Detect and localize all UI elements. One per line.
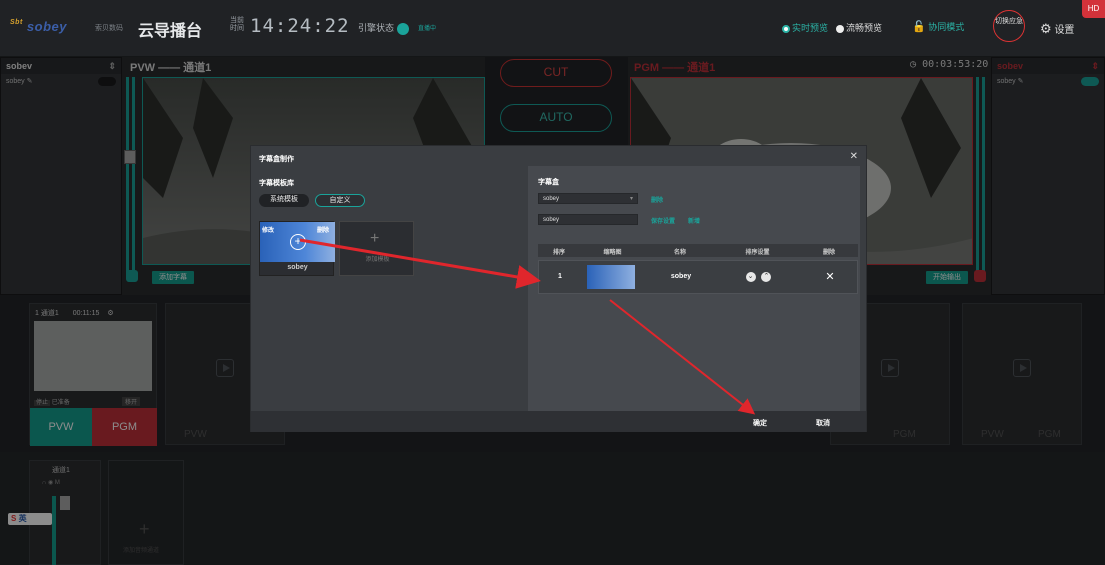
arrow-to-confirm xyxy=(609,299,756,415)
app-window: Sbt sobey 索贝数码 云导播台 当前时间 14:24:22 引擎状态 直… xyxy=(0,0,1105,565)
arrow-to-table xyxy=(299,238,541,289)
annotation-arrows xyxy=(299,238,756,415)
